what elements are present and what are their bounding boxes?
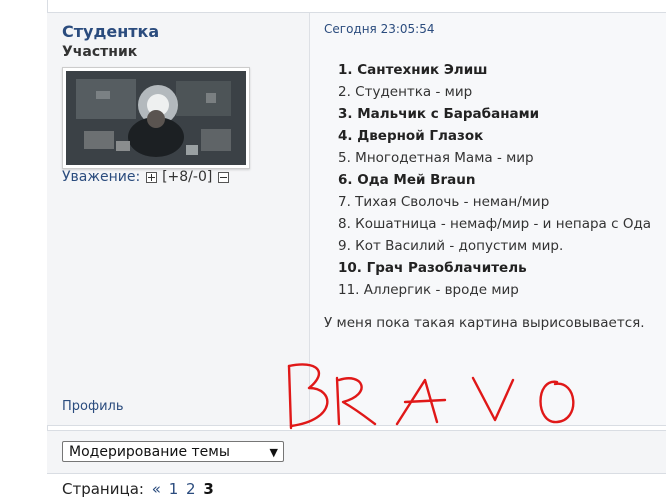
chevron-down-icon: ▼ — [269, 446, 278, 459]
moderation-bar: Модерирование темы ▼ — [47, 430, 666, 474]
author-username[interactable]: Студентка — [62, 22, 159, 41]
page-link-2[interactable]: 2 — [186, 480, 196, 498]
pagination-label: Страница: — [62, 480, 144, 498]
player-list-item: 2. Студентка - мир — [338, 84, 473, 100]
player-list-item: 9. Кот Василий - допустим мир. — [338, 238, 564, 254]
player-list-item: 3. Мальчик с Барабанами — [338, 106, 540, 122]
player-list-item: 4. Дверной Глазок — [338, 128, 484, 144]
post-date[interactable]: Сегодня 23:05:54 — [324, 22, 434, 36]
player-list-item: 1. Сантехник Элиш — [338, 62, 488, 78]
player-list: 1. Сантехник Элиш 2. Студентка - мир 3. Ма… — [338, 59, 651, 301]
handwritten-bravo — [287, 363, 575, 430]
player-list-item: 7. Тихая Сволочь - неман/мир — [338, 194, 550, 210]
respect-block: Уважение: [+8/-0] — [62, 169, 230, 185]
player-list-item: 5. Многодетная Мама - мир — [338, 150, 534, 166]
pagination: Страница: « 1 2 3 — [62, 480, 214, 498]
profile-link[interactable]: Профиль — [62, 399, 124, 414]
author-avatar — [62, 67, 250, 169]
player-list-item: 10. Грач Разоблачитель — [338, 260, 527, 276]
moderation-select-value: Модерирование темы — [69, 444, 230, 460]
forum-post: Студентка Участник Уважение: [+8/-0] Про… — [47, 12, 666, 430]
post-author-panel: Студентка Участник Уважение: [+8/-0] Про… — [47, 13, 310, 425]
respect-label: Уважение: — [62, 169, 141, 185]
respect-plus-icon[interactable] — [145, 171, 157, 183]
page-link-1[interactable]: 1 — [169, 480, 179, 498]
page-current: 3 — [203, 480, 214, 498]
respect-minus-icon[interactable] — [217, 171, 229, 183]
player-list-item: 8. Кошатница - немаф/мир - и непара с Од… — [338, 216, 652, 232]
respect-score: [+8/-0] — [162, 169, 213, 185]
player-list-item: 6. Ода Мей Braun — [338, 172, 476, 188]
post-summary: У меня пока такая картина вырисовывается… — [324, 315, 645, 331]
avatar-image — [66, 71, 246, 165]
author-rank: Участник — [62, 44, 138, 60]
pagination-prev[interactable]: « — [152, 480, 161, 498]
player-list-item: 11. Аллергик - вроде мир — [338, 282, 519, 298]
moderation-select[interactable]: Модерирование темы ▼ — [62, 441, 284, 462]
